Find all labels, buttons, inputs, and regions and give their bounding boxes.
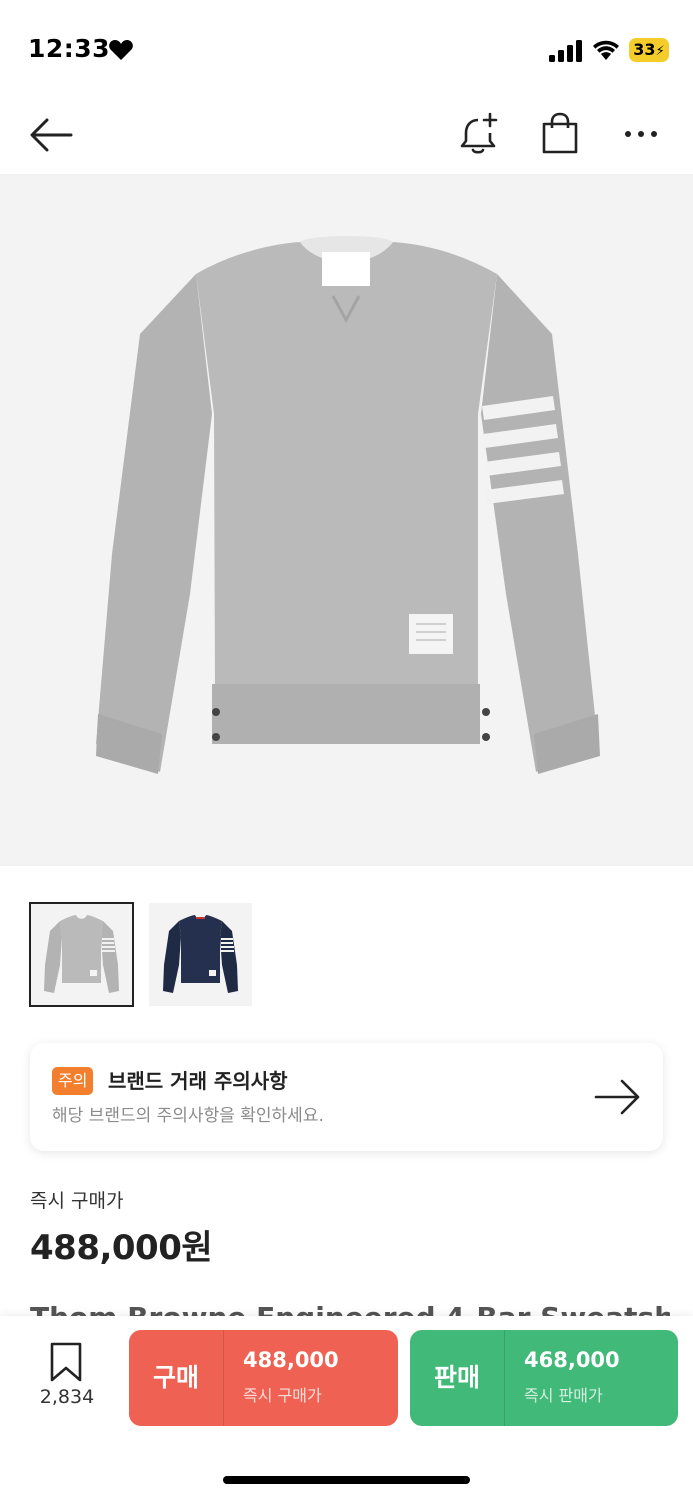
wish-count: 2,834 (39, 1386, 95, 1408)
instant-price-label: 즉시 구매가 (30, 1190, 124, 1212)
sell-button[interactable]: 판매 468,000 즉시 판매가 (410, 1330, 678, 1426)
signal-icon (549, 40, 582, 62)
sell-price-caption: 즉시 판매가 (524, 1386, 603, 1405)
thumbnail-grey[interactable] (29, 902, 134, 1007)
sell-divider (504, 1330, 505, 1426)
buy-price-caption: 즉시 구매가 (243, 1386, 322, 1405)
sweatshirt-grey-thumb (44, 915, 119, 993)
top-nav-bar (0, 100, 693, 174)
sell-label: 판매 (433, 1363, 480, 1392)
shopping-bag-icon[interactable] (538, 110, 582, 156)
heart-icon (109, 40, 133, 60)
wifi-icon (593, 40, 619, 60)
battery-level: 33 (633, 40, 656, 59)
bell-plus-icon[interactable] (456, 110, 502, 158)
notice-badge: 주의 (52, 1067, 94, 1095)
buy-divider (223, 1330, 224, 1426)
bottom-action-bar: 2,834 구매 488,000 즉시 구매가 판매 468,000 즉시 판매… (0, 1316, 693, 1500)
back-arrow-icon[interactable] (26, 112, 76, 158)
buy-label: 구매 (152, 1363, 199, 1392)
brand-notice-card[interactable]: 주의 브랜드 거래 주의사항 해당 브랜드의 주의사항을 확인하세요. (30, 1043, 663, 1151)
home-indicator[interactable] (223, 1476, 470, 1484)
battery-icon: 33⚡ (629, 38, 669, 62)
buy-button[interactable]: 구매 488,000 즉시 구매가 (129, 1330, 398, 1426)
buy-price: 488,000 (243, 1348, 339, 1372)
sell-price: 468,000 (524, 1348, 620, 1372)
sweatshirt-navy-thumb (163, 915, 238, 993)
status-bar: 12:33 33⚡ (0, 0, 693, 100)
notice-title: 브랜드 거래 주의사항 (108, 1069, 288, 1093)
product-image[interactable] (0, 174, 693, 866)
sweatshirt-grey-image (96, 236, 600, 774)
notice-subtitle: 해당 브랜드의 주의사항을 확인하세요. (52, 1106, 324, 1126)
more-icon[interactable] (620, 114, 662, 154)
wish-button[interactable]: 2,834 (28, 1342, 106, 1412)
image-thumbnails (29, 902, 252, 1007)
instant-price-value: 488,000원 (30, 1228, 213, 1268)
status-time: 12:33 (28, 34, 111, 63)
bookmark-icon (50, 1342, 82, 1382)
thumbnail-navy[interactable] (149, 903, 252, 1006)
arrow-right-icon (594, 1079, 640, 1115)
